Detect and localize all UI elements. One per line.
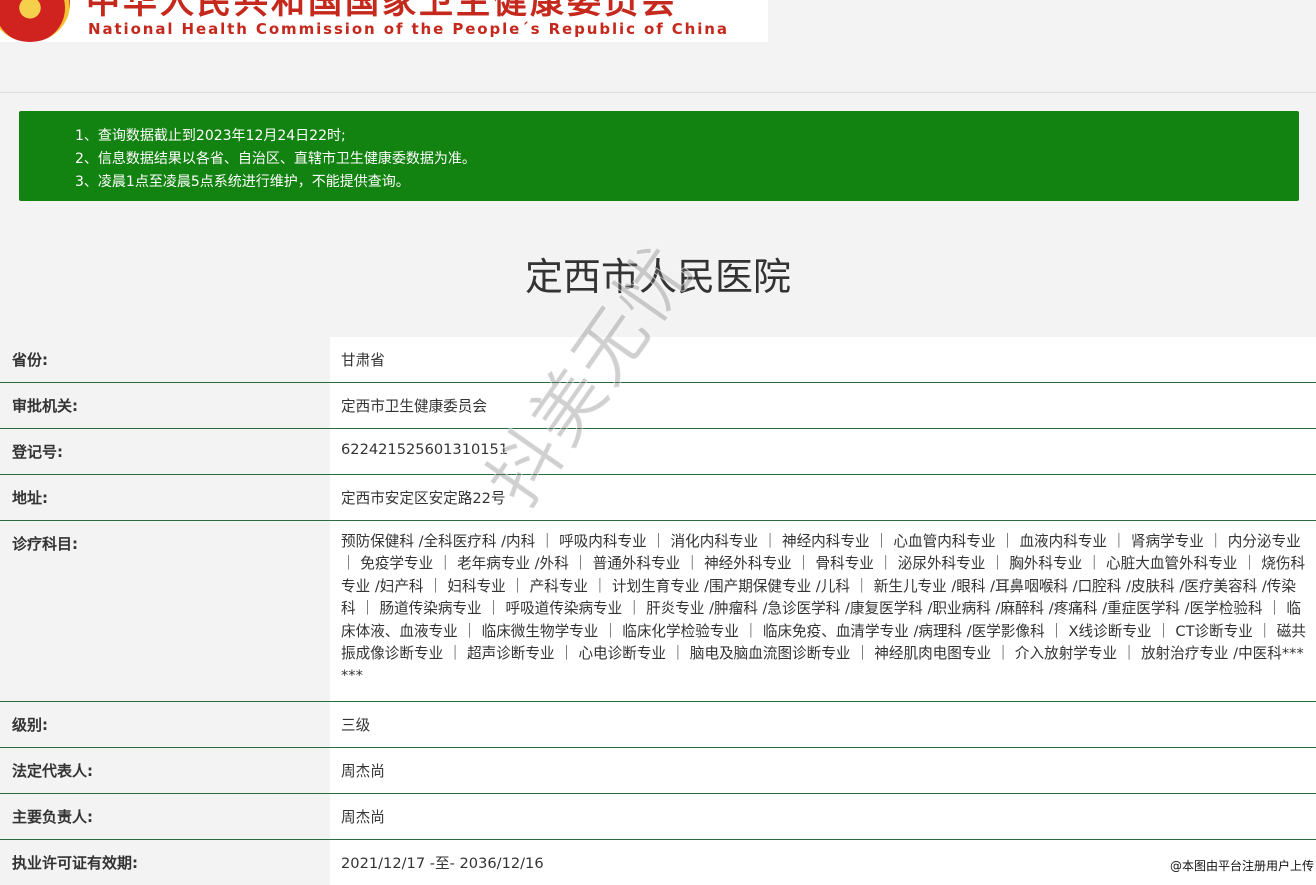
reg-no-label: 登记号: — [12, 441, 63, 462]
row-authority: 审批机关: 定西市卫生健康委员会 — [0, 383, 1316, 429]
row-reg-no: 登记号: 622421525601310151 — [0, 429, 1316, 475]
row-principal: 主要负责人: 周杰尚 — [0, 794, 1316, 840]
legal-rep-label: 法定代表人: — [12, 760, 93, 781]
notice-banner: 1、查询数据截止到2023年12月24日22时; 2、信息数据结果以各省、自治区… — [19, 111, 1299, 201]
header-divider — [0, 92, 1316, 93]
notice-line-2: 2、信息数据结果以各省、自治区、直辖市卫生健康委数据为准。 — [75, 148, 476, 168]
row-level: 级别: 三级 — [0, 702, 1316, 748]
departments-value: 预防保健科 /全科医疗科 /内科 ｜ 呼吸内科专业 ｜ 消化内科专业 ｜ 神经内… — [341, 531, 1306, 688]
province-label: 省份: — [12, 349, 48, 370]
row-legal-rep: 法定代表人: 周杰尚 — [0, 748, 1316, 794]
level-value: 三级 — [341, 714, 1306, 735]
address-label: 地址: — [12, 487, 48, 508]
principal-value: 周杰尚 — [341, 806, 1306, 827]
license-validity-value: 2021/12/17 -至- 2036/12/16 — [341, 852, 1306, 873]
departments-label: 诊疗科目: — [12, 533, 78, 554]
notice-line-1: 1、查询数据截止到2023年12月24日22时; — [75, 125, 346, 145]
license-validity-label: 执业许可证有效期: — [12, 852, 138, 873]
row-address: 地址: 定西市安定区安定路22号 — [0, 475, 1316, 521]
address-value: 定西市安定区安定路22号 — [341, 487, 1306, 508]
upload-credit: @本图由平台注册用户上传 — [1170, 857, 1314, 874]
principal-label: 主要负责人: — [12, 806, 93, 827]
authority-value: 定西市卫生健康委员会 — [341, 395, 1306, 416]
row-license-validity: 执业许可证有效期: 2021/12/17 -至- 2036/12/16 — [0, 840, 1316, 885]
reg-no-value: 622421525601310151 — [341, 441, 1306, 458]
notice-line-3: 3、凌晨1点至凌晨5点系统进行维护，不能提供查询。 — [75, 171, 410, 191]
national-emblem-icon — [0, 0, 70, 42]
legal-rep-value: 周杰尚 — [341, 760, 1306, 781]
site-header: 中华人民共和国国家卫生健康委员会 National Health Commiss… — [0, 0, 768, 42]
hospital-name: 定西市人民医院 — [0, 246, 1316, 301]
row-departments: 诊疗科目: 预防保健科 /全科医疗科 /内科 ｜ 呼吸内科专业 ｜ 消化内科专业… — [0, 521, 1316, 702]
site-title-en: National Health Commission of the People… — [88, 20, 729, 38]
authority-label: 审批机关: — [12, 395, 78, 416]
level-label: 级别: — [12, 714, 48, 735]
row-province: 省份: 甘肃省 — [0, 337, 1316, 383]
province-value: 甘肃省 — [341, 349, 1306, 370]
